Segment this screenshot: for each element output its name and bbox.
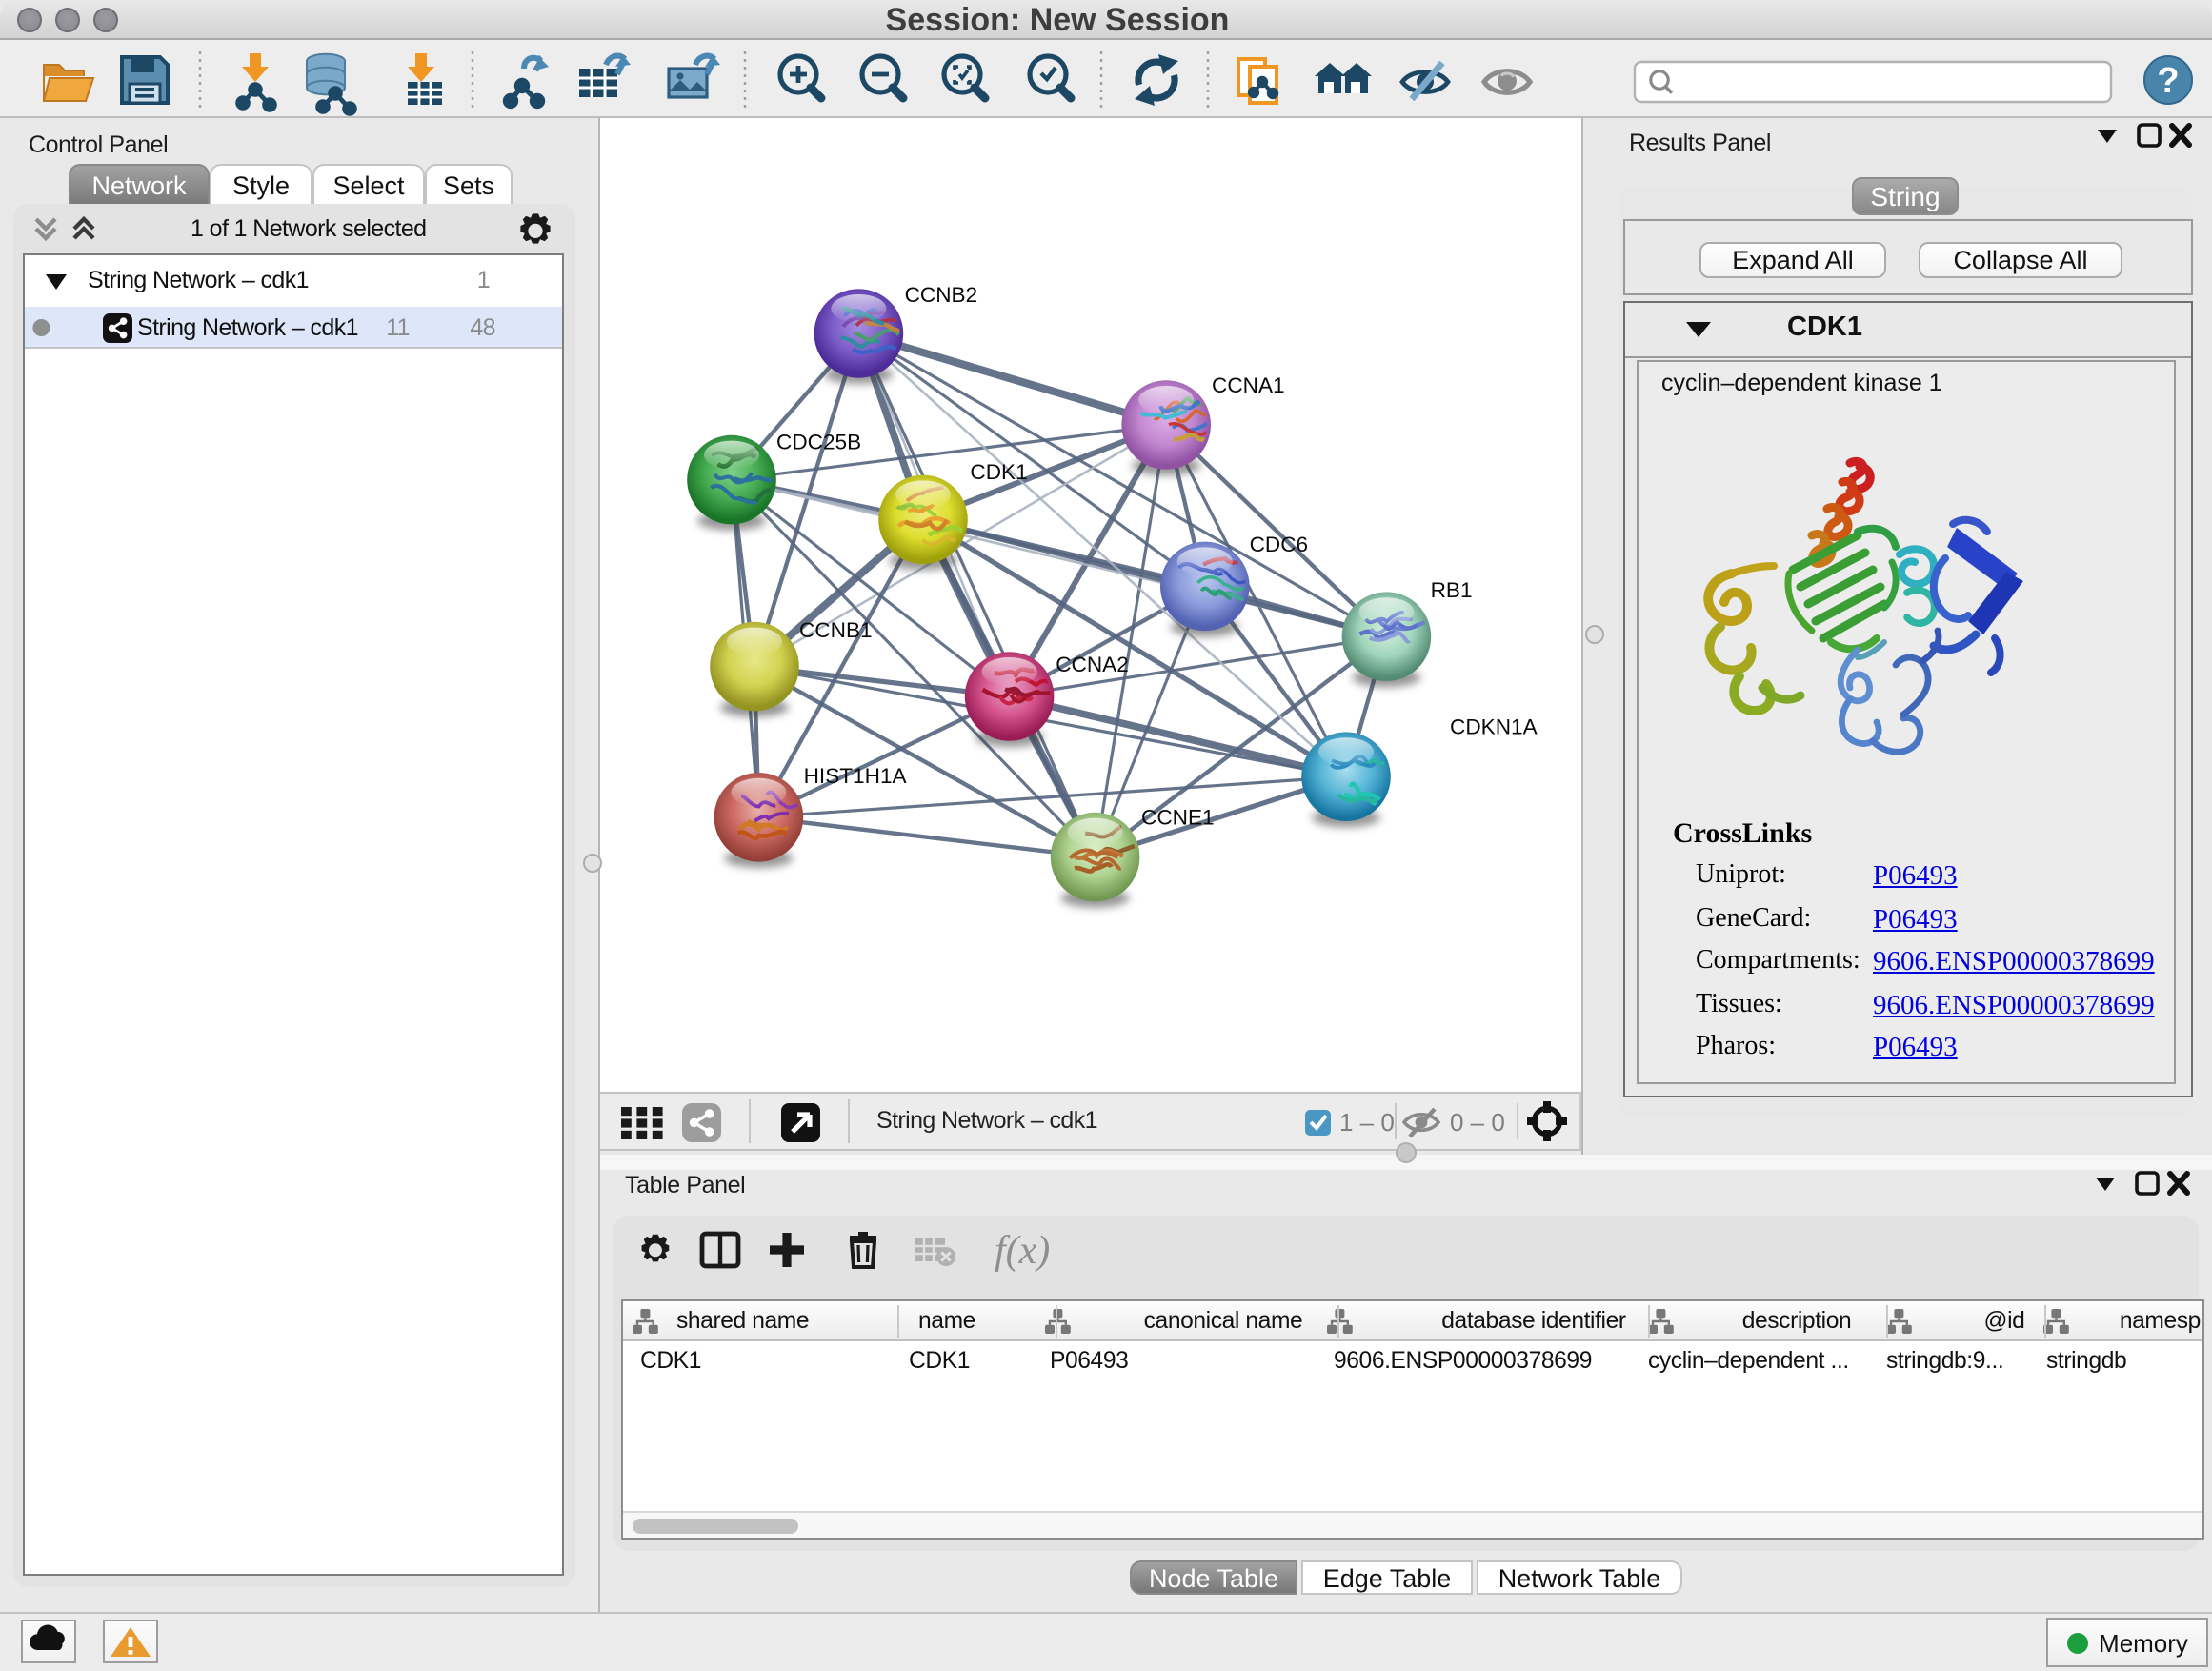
svg-text:1 – 0: 1 – 0 xyxy=(1339,1108,1395,1137)
svg-text:CDC25B: CDC25B xyxy=(776,430,861,453)
svg-text:0 – 0: 0 – 0 xyxy=(1450,1108,1505,1137)
svg-text:CCNB1: CCNB1 xyxy=(799,618,873,642)
svg-text:f(x): f(x) xyxy=(995,1228,1050,1272)
svg-text:HIST1H1A: HIST1H1A xyxy=(804,764,908,788)
svg-text:CCNA2: CCNA2 xyxy=(1056,653,1129,676)
svg-text:CDKN1A: CDKN1A xyxy=(1450,715,1538,739)
svg-text:CDK1: CDK1 xyxy=(970,460,1027,484)
svg-text:CCNE1: CCNE1 xyxy=(1141,806,1215,830)
svg-text:?: ? xyxy=(2157,61,2179,101)
svg-text:CCNA1: CCNA1 xyxy=(1212,373,1285,397)
svg-text:CDC6: CDC6 xyxy=(1250,533,1309,556)
svg-text:CCNB2: CCNB2 xyxy=(905,283,978,307)
svg-text:RB1: RB1 xyxy=(1431,578,1473,602)
